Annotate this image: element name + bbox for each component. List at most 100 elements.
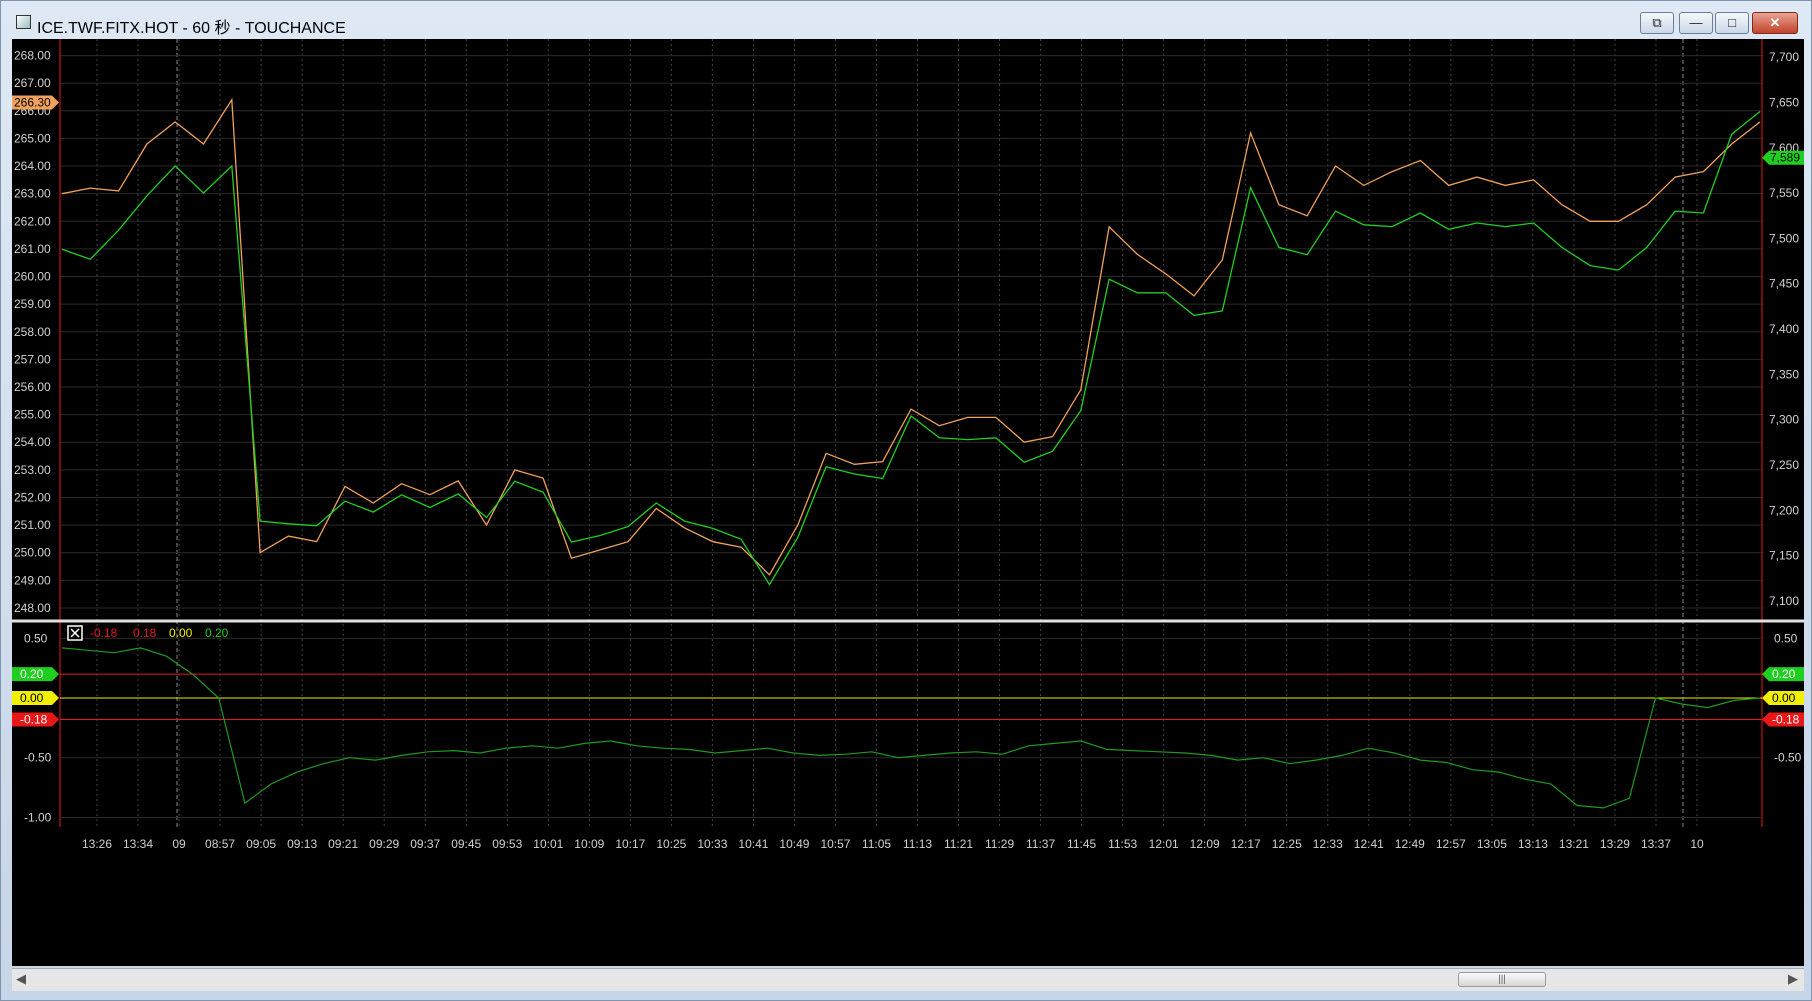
x-tick-label: 13:05 (1477, 837, 1507, 851)
x-tick-label: 10 (1690, 837, 1704, 851)
x-tick-label: 11:05 (862, 837, 891, 851)
app-window: ICE.TWF.FITX.HOT - 60 秒 - TOUCHANCE ⧉ — … (0, 0, 1812, 1001)
x-tick-label: 11:13 (903, 837, 932, 851)
indicator-right-tick-label: 0.50 (1774, 631, 1798, 645)
right-tick-label: 7,150 (1769, 549, 1799, 563)
x-tick-label: 13:13 (1518, 837, 1548, 851)
x-tick-label: 11:53 (1108, 837, 1137, 851)
maximize-button[interactable]: □ (1715, 12, 1749, 34)
x-tick-label: 11:37 (1026, 837, 1055, 851)
right-tick-label: 7,250 (1769, 458, 1799, 472)
x-tick-label: 10:09 (574, 837, 604, 851)
x-tick-label: 11:29 (985, 837, 1014, 851)
x-tick-label: 08:57 (205, 837, 235, 851)
x-tick-label: 09:21 (328, 837, 358, 851)
left-tick-label: 255.00 (14, 408, 51, 422)
left-tick-label: 268.00 (14, 49, 51, 63)
x-tick-label: 12:57 (1436, 837, 1466, 851)
indicator-legend-value: 0.18 (133, 626, 157, 640)
right-tick-label: 7,500 (1769, 231, 1799, 245)
horizontal-scrollbar[interactable]: ◀ ||| ▶ (12, 968, 1804, 991)
left-tick-label: 250.00 (14, 546, 51, 560)
reference-label-right: 0.20 (1772, 667, 1796, 681)
x-tick-label: 09:53 (492, 837, 522, 851)
x-tick-label: 09:05 (246, 837, 276, 851)
x-tick-label: 10:25 (656, 837, 686, 851)
left-tick-label: 262.00 (14, 214, 51, 228)
right-tick-label: 7,200 (1769, 503, 1799, 517)
x-tick-label: 10:33 (697, 837, 727, 851)
x-tick-label: 13:21 (1559, 837, 1589, 851)
x-tick-label: 12:01 (1149, 837, 1179, 851)
left-tick-label: 251.00 (14, 518, 51, 532)
x-tick-label: 09:29 (369, 837, 399, 851)
right-tick-label: 7,450 (1769, 277, 1799, 291)
left-tick-label: 257.00 (14, 352, 51, 366)
right-tick-label: 7,400 (1769, 322, 1799, 336)
right-tick-label: 7,650 (1769, 95, 1799, 109)
title-bar[interactable]: ICE.TWF.FITX.HOT - 60 秒 - TOUCHANCE ⧉ — … (1, 1, 1811, 39)
right-tick-label: 7,700 (1769, 50, 1799, 64)
x-tick-label: 10:57 (820, 837, 850, 851)
window-title: ICE.TWF.FITX.HOT - 60 秒 - TOUCHANCE (37, 20, 346, 37)
x-tick-label: 13:37 (1641, 837, 1671, 851)
left-tick-label: 252.00 (14, 490, 51, 504)
x-tick-label: 12:25 (1272, 837, 1302, 851)
right-tick-label: 7,350 (1769, 367, 1799, 381)
x-tick-label: 12:17 (1231, 837, 1261, 851)
chart-canvas[interactable]: 13:26 13:34 09 08:57 09:05 09:13 09:21 09:29 09:… (12, 39, 1804, 966)
scroll-right-arrow-icon[interactable]: ▶ (1788, 971, 1798, 987)
reference-label-left: -0.18 (20, 713, 48, 727)
left-tick-label: 258.00 (14, 325, 51, 339)
x-tick-label: 09:45 (451, 837, 481, 851)
left-tick-label: 256.00 (14, 380, 51, 394)
x-tick-label: 09:13 (287, 837, 317, 851)
x-tick-label: 09 (172, 837, 186, 851)
chart-app-icon[interactable] (16, 15, 31, 29)
green-price-line (61, 110, 1761, 586)
left-tick-label: 249.00 (14, 573, 51, 587)
right-tick-label: 7,300 (1769, 413, 1799, 427)
orange-price-line (61, 97, 1761, 576)
indicator-left-tick-label: 0.50 (24, 631, 48, 645)
chart-area[interactable]: 13:26 13:34 09 08:57 09:05 09:13 09:21 09:29 09:… (12, 39, 1804, 966)
x-tick-label: 10:01 (533, 837, 563, 851)
x-tick-label: 13:34 (123, 837, 153, 851)
left-tick-label: 264.00 (14, 159, 51, 173)
right-tick-label: 7,100 (1769, 594, 1799, 608)
left-tick-label: 265.00 (14, 131, 51, 145)
x-tick-label: 13:29 (1600, 837, 1630, 851)
right-last-value-label: 7,589 (1770, 151, 1800, 165)
scroll-left-arrow-icon[interactable]: ◀ (16, 971, 26, 987)
left-tick-label: 267.00 (14, 76, 51, 90)
x-tick-label: 10:41 (738, 837, 768, 851)
left-tick-label: 260.00 (14, 270, 51, 284)
left-tick-label: 261.00 (14, 242, 51, 256)
x-tick-label: 12:41 (1354, 837, 1384, 851)
indicator-legend-value: -0.18 (90, 626, 118, 640)
minimize-button[interactable]: — (1679, 12, 1713, 34)
x-tick-label: 11:21 (944, 837, 973, 851)
x-tick-label: 09:37 (410, 837, 440, 851)
reference-label-left: 0.20 (20, 667, 44, 681)
indicator-line (61, 647, 1761, 809)
reference-label-right: -0.18 (1772, 713, 1800, 727)
x-tick-label: 10:17 (615, 837, 645, 851)
left-tick-label: 253.00 (14, 463, 51, 477)
reference-label-left: 0.00 (20, 691, 44, 705)
x-tick-label: 11:45 (1067, 837, 1096, 851)
reference-label-right: 0.00 (1772, 691, 1796, 705)
left-tick-label: 263.00 (14, 187, 51, 201)
right-tick-label: 7,550 (1769, 186, 1799, 200)
indicator-left-tick-label: -1.00 (24, 810, 52, 824)
indicator-legend-value: 0.00 (169, 626, 193, 640)
x-tick-label: 12:33 (1313, 837, 1343, 851)
indicator-left-tick-label: -0.50 (24, 751, 52, 765)
left-tick-label: 248.00 (14, 601, 51, 615)
close-button[interactable]: ✕ (1752, 12, 1798, 34)
x-tick-label: 13:26 (82, 837, 112, 851)
x-tick-label: 12:49 (1395, 837, 1425, 851)
scroll-thumb[interactable]: ||| (1458, 972, 1546, 987)
tile-window-button[interactable]: ⧉ (1640, 12, 1674, 34)
left-last-value-label: 266.30 (14, 96, 51, 110)
